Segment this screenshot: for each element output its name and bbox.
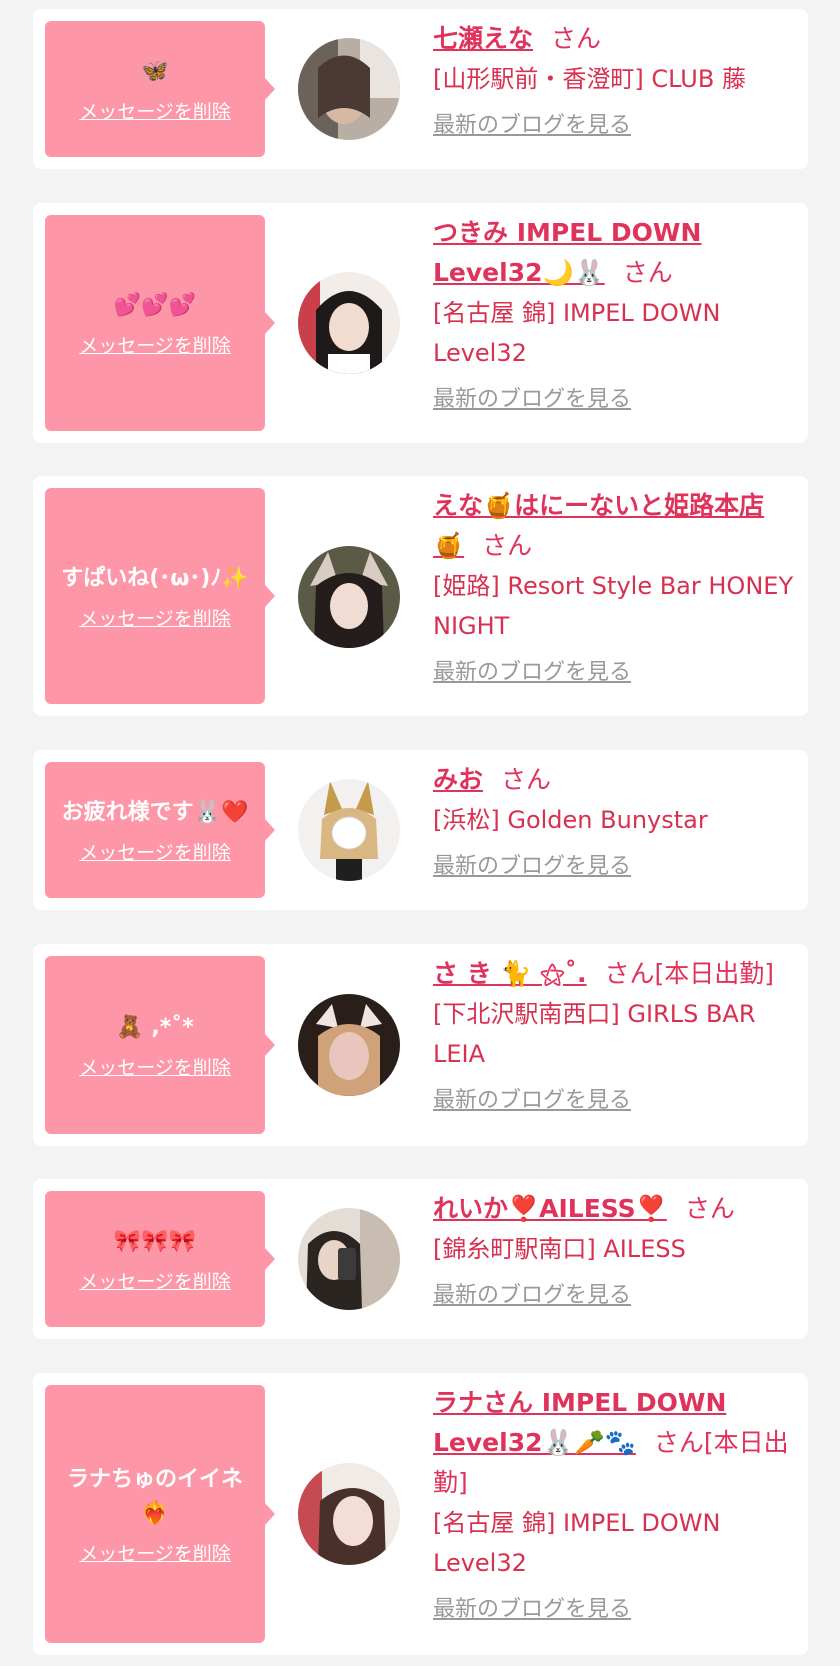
avatar[interactable] <box>298 994 400 1096</box>
name-suffix: さん <box>501 765 552 794</box>
profile-info: つきみ IMPEL DOWN Level32🌙🐰 さん [名古屋 錦] IMPEL… <box>433 213 794 413</box>
message-bubble: 🧸 ,*˚* メッセージを削除 <box>45 956 275 1134</box>
avatar[interactable] <box>298 779 400 881</box>
avatar-photo-icon <box>298 38 400 140</box>
avatar-photo-icon <box>298 1463 400 1565</box>
avatar-photo-icon <box>298 546 400 648</box>
profile-name-link[interactable]: さ き 🐈 ⚝˚. <box>433 959 587 988</box>
avatar-photo-icon <box>298 1208 400 1310</box>
profile-info: ラナさん IMPEL DOWN Level32🐰🥕🐾 さん[本日出勤] [名古屋 … <box>433 1383 794 1623</box>
latest-blog-link[interactable]: 最新のブログを見る <box>433 1277 631 1309</box>
message-card: 💕💕💕 メッセージを削除 つきみ IMPEL DOWN Level32🌙🐰 さん … <box>33 203 808 443</box>
message-text: 🦋 <box>141 58 169 84</box>
profile-info: れいか❣️AILESS❣️ さん [錦糸町駅南口] AILESS 最新のブログを見… <box>433 1189 794 1309</box>
message-card: 🧸 ,*˚* メッセージを削除 さ き 🐈 ⚝˚. さん[本日出勤] [下北沢駅南… <box>33 944 808 1146</box>
latest-blog-link[interactable]: 最新のブログを見る <box>433 1082 631 1114</box>
message-text: 🎀🎀🎀 <box>113 1228 197 1254</box>
delete-message-link[interactable]: メッセージを削除 <box>79 331 231 358</box>
delete-message-link[interactable]: メッセージを削除 <box>79 838 231 865</box>
avatar-photo-icon <box>298 994 400 1096</box>
message-bubble: 💕💕💕 メッセージを削除 <box>45 215 275 431</box>
shop-label: [下北沢駅南西口] GIRLS BAR LEIA <box>433 1000 756 1068</box>
latest-blog-link[interactable]: 最新のブログを見る <box>433 381 631 413</box>
profile-info: 七瀬えな さん [山形駅前・香澄町] CLUB 藤 最新のブログを見る <box>433 19 794 139</box>
message-bubble: お疲れ様です🐰❤️ メッセージを削除 <box>45 762 275 898</box>
message-card: お疲れ様です🐰❤️ メッセージを削除 みお さん [浜松] Golden Buny… <box>33 750 808 910</box>
message-text: 🧸 ,*˚* <box>116 1014 194 1040</box>
name-suffix: さん <box>684 1194 735 1223</box>
name-suffix: さん <box>482 531 533 560</box>
avatar[interactable] <box>298 272 400 374</box>
message-card: すぱいね(･ω･)ﾉ✨ メッセージを削除 えな🍯はにーないと姫路本店🍯 さん [姫… <box>33 476 808 716</box>
profile-name-link[interactable]: みお <box>433 765 483 794</box>
message-card: 🦋 メッセージを削除 七瀬えな さん [山形駅前・香澄町] CLUB 藤 最新のブ… <box>33 9 808 169</box>
name-suffix: さん[本日出勤] <box>604 959 775 988</box>
message-text: すぱいね(･ω･)ﾉ✨ <box>61 565 249 591</box>
name-suffix: さん <box>622 258 673 287</box>
message-text: ラナちゅのイイネ❤️‍🔥 <box>66 1466 243 1526</box>
name-suffix: さん <box>551 24 602 53</box>
delete-message-link[interactable]: メッセージを削除 <box>79 1267 231 1294</box>
delete-message-link[interactable]: メッセージを削除 <box>79 1053 231 1080</box>
message-list: 🦋 メッセージを削除 七瀬えな さん [山形駅前・香澄町] CLUB 藤 最新のブ… <box>0 0 840 1666</box>
shop-label: [名古屋 錦] IMPEL DOWN Level32 <box>433 1509 721 1577</box>
message-bubble: 🎀🎀🎀 メッセージを削除 <box>45 1191 275 1327</box>
shop-label: [名古屋 錦] IMPEL DOWN Level32 <box>433 299 721 367</box>
message-bubble: すぱいね(･ω･)ﾉ✨ メッセージを削除 <box>45 488 275 704</box>
delete-message-link[interactable]: メッセージを削除 <box>79 1539 231 1566</box>
latest-blog-link[interactable]: 最新のブログを見る <box>433 654 631 686</box>
profile-info: さ き 🐈 ⚝˚. さん[本日出勤] [下北沢駅南西口] GIRLS BAR LE… <box>433 954 794 1114</box>
profile-name-link[interactable]: れいか❣️AILESS❣️ <box>433 1194 667 1223</box>
message-text: お疲れ様です🐰❤️ <box>61 799 249 825</box>
avatar[interactable] <box>298 1463 400 1565</box>
message-card: ラナちゅのイイネ❤️‍🔥 メッセージを削除 ラナさん IMPEL DOWN Le… <box>33 1373 808 1655</box>
profile-info: えな🍯はにーないと姫路本店🍯 さん [姫路] Resort Style Bar H… <box>433 486 794 686</box>
delete-message-link[interactable]: メッセージを削除 <box>79 604 231 631</box>
shop-label: [浜松] Golden Bunystar <box>433 806 708 834</box>
avatar[interactable] <box>298 546 400 648</box>
latest-blog-link[interactable]: 最新のブログを見る <box>433 848 631 880</box>
avatar[interactable] <box>298 38 400 140</box>
profile-name-link[interactable]: 七瀬えな <box>433 24 533 53</box>
delete-message-link[interactable]: メッセージを削除 <box>79 97 231 124</box>
message-text: 💕💕💕 <box>113 292 197 318</box>
message-bubble: 🦋 メッセージを削除 <box>45 21 275 157</box>
shop-label: [錦糸町駅南口] AILESS <box>433 1235 686 1263</box>
message-bubble: ラナちゅのイイネ❤️‍🔥 メッセージを削除 <box>45 1385 275 1643</box>
avatar-photo-icon <box>298 272 400 374</box>
avatar[interactable] <box>298 1208 400 1310</box>
shop-label: [姫路] Resort Style Bar HONEY NIGHT <box>433 572 794 640</box>
avatar-photo-icon <box>298 779 400 881</box>
shop-label: [山形駅前・香澄町] CLUB 藤 <box>433 65 746 93</box>
message-card: 🎀🎀🎀 メッセージを削除 れいか❣️AILESS❣️ さん [錦糸町駅南口] AI… <box>33 1179 808 1339</box>
latest-blog-link[interactable]: 最新のブログを見る <box>433 107 631 139</box>
profile-info: みお さん [浜松] Golden Bunystar 最新のブログを見る <box>433 760 794 880</box>
latest-blog-link[interactable]: 最新のブログを見る <box>433 1591 631 1623</box>
